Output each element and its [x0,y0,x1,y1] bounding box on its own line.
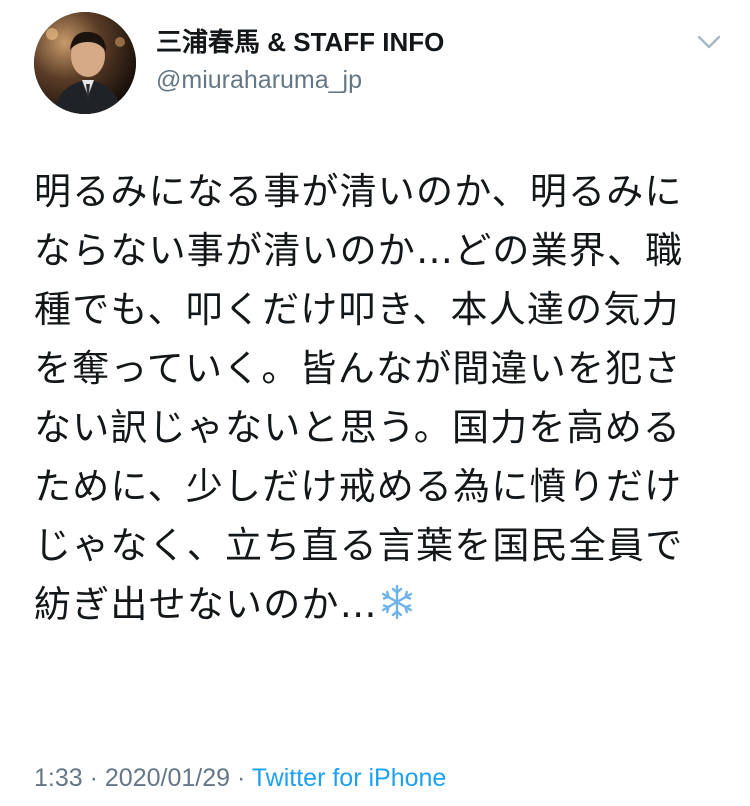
meta-separator: · [230,764,252,792]
tweet-card: 三浦春馬 & STAFF INFO @miuraharuma_jp 明るみになる… [0,0,750,806]
tweet-source-link[interactable]: Twitter for iPhone [252,764,447,792]
tweet-text: 明るみになる事が清いのか、明るみにならない事が清いのか…どの業界、職種でも、叩く… [34,162,714,634]
author-display-name[interactable]: 三浦春馬 & STAFF INFO [156,26,444,58]
avatar[interactable] [34,12,136,114]
tweet-date: 2020/01/29 [104,764,231,792]
tweet-header: 三浦春馬 & STAFF INFO @miuraharuma_jp [34,12,724,116]
profile-photo-icon [34,12,136,114]
author-handle[interactable]: @miuraharuma_jp [156,64,444,96]
meta-separator: · [82,764,105,792]
chevron-down-icon [697,35,721,49]
tweet-metadata: 1:33 · 2020/01/29 · Twitter for iPhone [34,762,446,794]
author-names: 三浦春馬 & STAFF INFO @miuraharuma_jp [156,26,444,96]
tweet-text-content: 明るみになる事が清いのか、明るみにならない事が清いのか…どの業界、職種でも、叩く… [34,170,684,626]
tweet-time: 1:33 [34,764,83,792]
snowflake-icon [378,579,416,620]
tweet-menu-button[interactable] [694,30,724,54]
